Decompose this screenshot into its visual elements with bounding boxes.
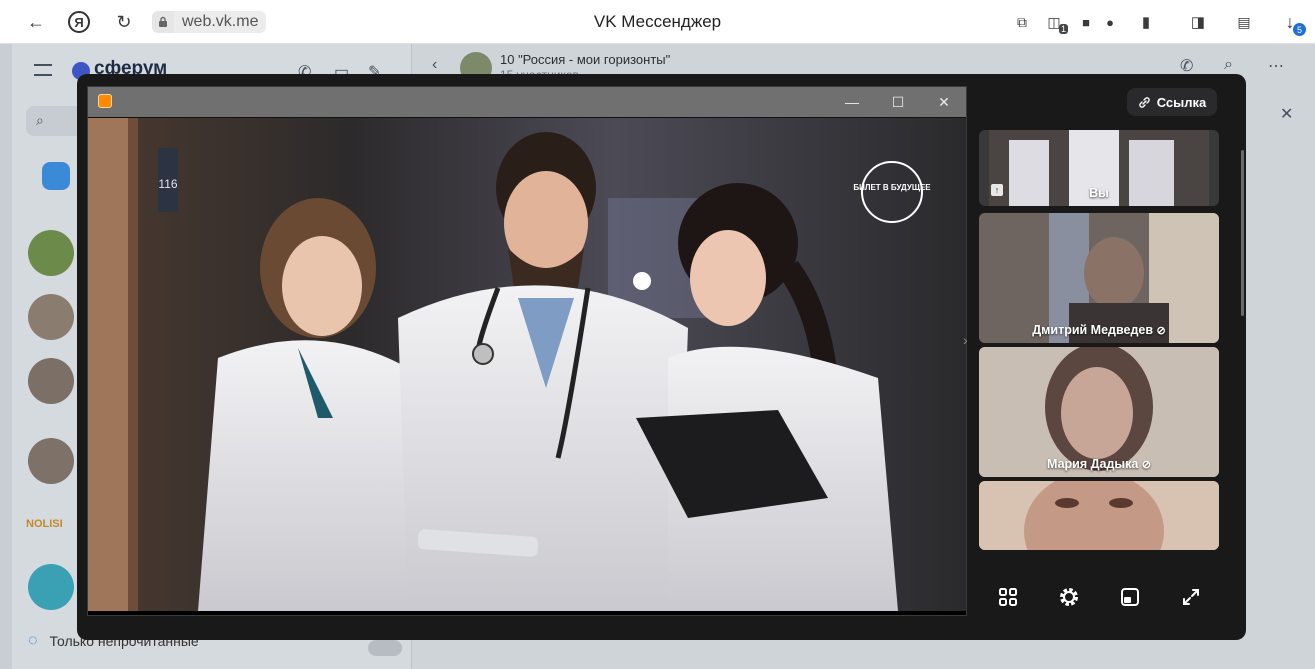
unread-toggle[interactable] (368, 640, 402, 656)
copy-link-label: Ссылка (1156, 94, 1207, 110)
participants-panel: ↑ Вы Дмитрий Медведев ⊘ Мария Дадыка ⊘ (979, 130, 1219, 550)
phone-icon[interactable]: ✆ (1180, 56, 1193, 76)
downloads-icon[interactable]: ↓ 5 (1278, 10, 1306, 36)
link-icon (1138, 96, 1150, 108)
copy-link-button[interactable]: Ссылка (1127, 88, 1217, 116)
collections-icon[interactable]: ◨ (1186, 10, 1210, 34)
participants-scrollbar[interactable] (1241, 150, 1244, 316)
player-logo-icon (98, 94, 112, 108)
search-icon: ⌕ (36, 112, 44, 128)
fullscreen-icon[interactable] (1176, 582, 1206, 612)
extension-icon[interactable]: ▤ (1232, 10, 1256, 34)
url-text: web.vk.me (174, 11, 267, 33)
mic-muted-icon: ⊘ (1141, 459, 1151, 471)
call-controls (991, 582, 1231, 612)
chat-bubble-icon: ◌ (28, 632, 38, 649)
maximize-icon[interactable]: ☐ (886, 91, 910, 113)
participant-name: Вы (1089, 186, 1109, 200)
bookmark-icon[interactable]: ▮ (1134, 10, 1158, 34)
lock-icon (152, 11, 174, 33)
microphone-icon[interactable]: ● (1098, 10, 1122, 34)
participant-name: Мария Дадыка ⊘ (979, 457, 1219, 471)
participant-tile[interactable] (979, 481, 1219, 550)
player-titlebar: — ☐ ✕ (88, 87, 966, 117)
call-window: Ссылка — ☐ ✕ 116 БИЛЕТ В БУДУЩЕЕ › ↑ Вы … (77, 74, 1246, 640)
more-icon[interactable]: ⋯ (1268, 56, 1284, 76)
grid-view-icon[interactable] (993, 582, 1023, 612)
camera-icon[interactable]: ■ (1074, 10, 1098, 34)
address-bar[interactable]: web.vk.me (152, 10, 267, 34)
back-arrow-icon[interactable]: ← (24, 10, 48, 34)
chat-avatar[interactable] (28, 230, 74, 276)
chevron-right-icon[interactable]: › (963, 332, 968, 348)
picture-in-picture-icon[interactable] (1115, 582, 1145, 612)
shared-video: 116 БИЛЕТ В БУДУЩЕЕ (88, 118, 966, 611)
chat-avatar[interactable] (28, 358, 74, 404)
player-progress[interactable] (88, 611, 966, 615)
back-icon[interactable]: ‹ (432, 56, 437, 74)
chat-avatar[interactable] (42, 162, 70, 190)
search-icon[interactable]: ⌕ (1224, 56, 1233, 74)
video-watermark: БИЛЕТ В БУДУЩЕЕ (853, 183, 931, 192)
minimize-icon[interactable]: — (840, 91, 864, 113)
close-icon[interactable]: ✕ (1280, 104, 1293, 124)
participant-name-text: Мария Дадыка (1047, 457, 1139, 471)
chat-avatar[interactable] (28, 438, 74, 484)
downloads-badge: 5 (1293, 23, 1306, 36)
chat-avatar-logo: NOLISI (26, 518, 63, 530)
close-icon[interactable]: ✕ (932, 91, 956, 113)
chat-avatar[interactable] (28, 564, 74, 610)
mic-muted-icon: ⊘ (1156, 325, 1166, 337)
chat-avatar[interactable] (28, 294, 74, 340)
participant-name-text: Дмитрий Медведев (1032, 323, 1154, 337)
participant-tile[interactable]: Мария Дадыка ⊘ (979, 347, 1219, 477)
video-frame: 116 БИЛЕТ В БУДУЩЕЕ (88, 118, 966, 611)
reload-icon[interactable]: ↻ (112, 10, 136, 34)
notifications-badge: 1 (1058, 24, 1068, 34)
menu-icon[interactable] (34, 64, 52, 76)
participant-video (979, 481, 1219, 550)
participant-tile[interactable]: Дмитрий Медведев ⊘ (979, 213, 1219, 343)
participant-tile[interactable]: ↑ Вы (979, 130, 1219, 206)
participant-name: Дмитрий Медведев ⊘ (979, 323, 1219, 337)
translate-icon[interactable]: ⧉ (1010, 10, 1034, 34)
notifications-icon[interactable]: ◫ 1 (1042, 10, 1068, 34)
video-player-window[interactable]: — ☐ ✕ 116 БИЛЕТ В БУДУЩЕЕ (87, 86, 967, 616)
yandex-logo-icon[interactable]: Я (68, 11, 90, 33)
chat-title: 10 "Россия - мои горизонты" (500, 52, 671, 67)
browser-toolbar: ← Я ↻ web.vk.me VK Мессенджер ⧉ ◫ 1 ■ ● ▮… (0, 0, 1315, 44)
door-number: 116 (158, 177, 177, 191)
settings-gear-icon[interactable] (1054, 582, 1084, 612)
